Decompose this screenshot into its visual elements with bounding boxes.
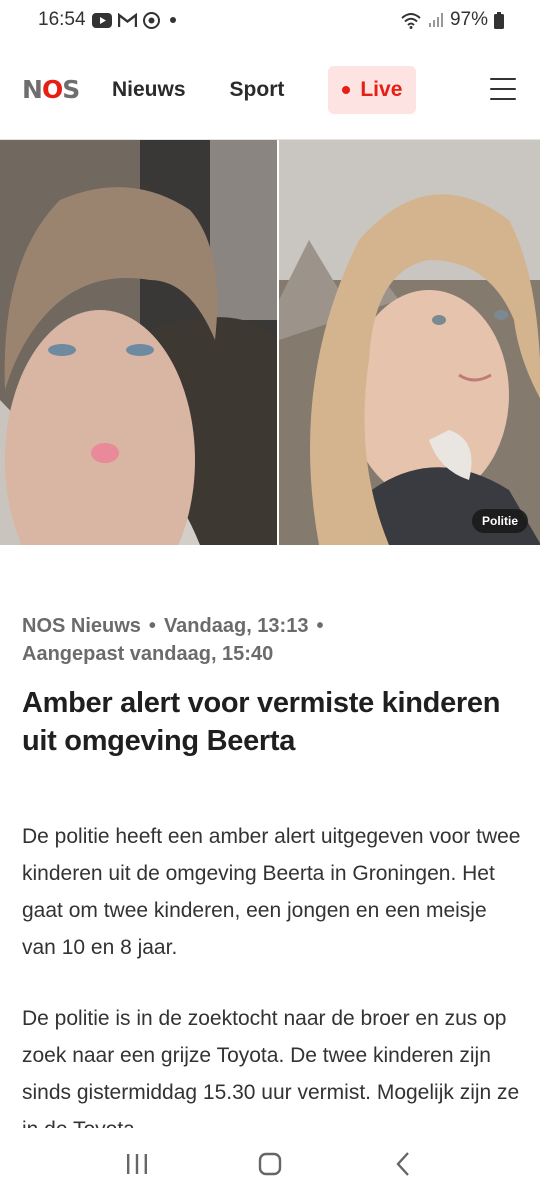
status-right: 97% <box>400 9 504 31</box>
meta-separator: • <box>148 615 156 637</box>
status-bar: 16:54 97% <box>0 0 540 40</box>
status-left: 16:54 <box>38 9 180 31</box>
gmail-icon <box>117 12 137 28</box>
photo-credit-badge: Politie <box>471 509 528 533</box>
signal-icon <box>428 12 444 28</box>
live-label: Live <box>360 77 403 101</box>
nos-logo[interactable]: NOS <box>22 75 112 104</box>
photo-girl: Politie <box>278 140 540 545</box>
article-updated: Aangepast vandaag, 15:40 <box>22 643 274 665</box>
meta-separator: • <box>316 615 324 637</box>
article-meta: NOS Nieuws • Vandaag, 13:13 • Aangepast van… <box>22 612 522 668</box>
article-source: NOS Nieuws <box>22 615 141 637</box>
photo-boy <box>0 140 277 545</box>
wifi-icon <box>400 12 422 29</box>
recents-icon[interactable] <box>117 1144 157 1184</box>
battery-percentage: 97% <box>449 9 488 30</box>
live-dot-icon <box>342 85 351 94</box>
hamburger-menu-icon[interactable] <box>490 78 516 100</box>
live-button[interactable]: Live <box>328 65 417 114</box>
status-time: 16:54 <box>38 9 86 30</box>
logo-letter-n: N <box>22 75 43 104</box>
hero-image[interactable]: Politie <box>0 140 540 545</box>
chrome-icon <box>142 11 160 29</box>
system-nav-bar <box>0 1128 540 1200</box>
nav-nieuws[interactable]: Nieuws <box>112 78 186 102</box>
article-published: Vandaag, 13:13 <box>163 615 309 637</box>
site-header: NOS Nieuws Sport Live <box>0 40 540 140</box>
back-icon[interactable] <box>383 1144 423 1184</box>
article-paragraph: De politie is in de zoektocht naar de br… <box>22 1007 520 1130</box>
logo-letter-o: O <box>41 75 63 104</box>
nav-sport[interactable]: Sport <box>230 78 285 102</box>
logo-letter-s: S <box>62 75 80 104</box>
article-title: Amber alert voor vermiste kinderen uit o… <box>22 687 501 757</box>
battery-icon <box>494 11 504 29</box>
article-paragraph: De politie heeft een amber alert uitgege… <box>22 825 521 959</box>
dot-icon <box>166 13 180 27</box>
home-icon[interactable] <box>250 1144 290 1184</box>
youtube-icon <box>91 12 112 28</box>
